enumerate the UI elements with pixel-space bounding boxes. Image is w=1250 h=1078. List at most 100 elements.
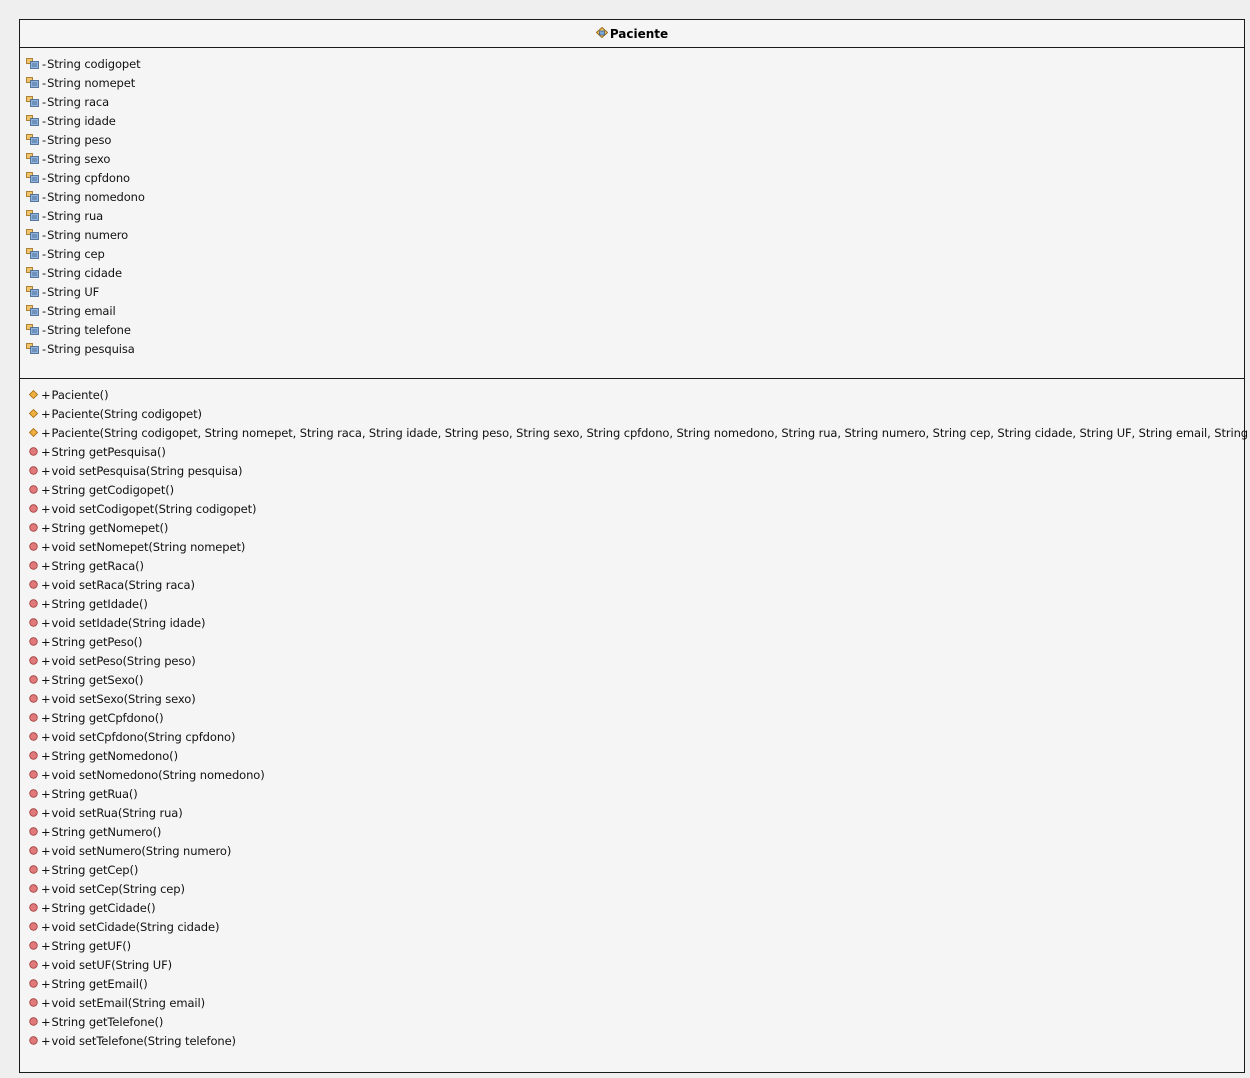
constructor-row[interactable]: + Paciente(String codigopet, String nomep…: [20, 423, 1250, 442]
visibility-marker: +: [41, 501, 51, 516]
attribute-row[interactable]: - String cpfdono: [20, 168, 1244, 187]
uml-class-box[interactable]: Paciente - String codigopet - String nomepe…: [19, 19, 1250, 1073]
method-label: String getPeso(): [51, 634, 143, 649]
method-row[interactable]: + void setUF(String UF): [20, 955, 1244, 974]
method-icon: [29, 599, 38, 608]
method-row[interactable]: + void setCodigopet(String codigopet): [20, 499, 1244, 518]
visibility-marker: +: [41, 710, 51, 725]
visibility-marker: +: [41, 976, 51, 991]
private-field-icon: [26, 343, 39, 354]
class-name-header[interactable]: Paciente: [20, 20, 1244, 48]
attribute-row[interactable]: - String cidade: [20, 263, 1244, 282]
attribute-label: String cpfdono: [47, 170, 130, 185]
method-icon: [29, 732, 38, 741]
method-icon: [29, 751, 38, 760]
attribute-row[interactable]: - String telefone: [20, 320, 1244, 339]
private-field-icon: [26, 305, 39, 316]
method-icon: [29, 998, 38, 1007]
method-row[interactable]: + String getCidade(): [20, 898, 1244, 917]
attribute-row[interactable]: - String raca: [20, 92, 1244, 111]
attribute-row[interactable]: - String idade: [20, 111, 1244, 130]
attribute-label: String rua: [47, 208, 104, 223]
visibility-marker: +: [41, 843, 51, 858]
attribute-row[interactable]: - String sexo: [20, 149, 1244, 168]
visibility-marker: -: [42, 341, 47, 356]
method-row[interactable]: + String getSexo(): [20, 670, 1244, 689]
method-icon: [29, 770, 38, 779]
private-field-icon: [26, 248, 39, 259]
attribute-row[interactable]: - String rua: [20, 206, 1244, 225]
visibility-marker: -: [42, 303, 47, 318]
method-label: String getCodigopet(): [51, 482, 175, 497]
method-icon: [29, 1017, 38, 1026]
constructor-row[interactable]: + Paciente(): [20, 385, 1244, 404]
constructor-row[interactable]: + Paciente(String codigopet): [20, 404, 1244, 423]
attribute-label: String nomepet: [47, 75, 136, 90]
method-row[interactable]: + void setCep(String cep): [20, 879, 1244, 898]
method-row[interactable]: + String getCpfdono(): [20, 708, 1244, 727]
method-row[interactable]: + String getNomepet(): [20, 518, 1244, 537]
method-icon: [29, 694, 38, 703]
visibility-marker: -: [42, 246, 47, 261]
method-label: String getNumero(): [51, 824, 162, 839]
method-row[interactable]: + void setPeso(String peso): [20, 651, 1244, 670]
attribute-row[interactable]: - String nomedono: [20, 187, 1244, 206]
attribute-row[interactable]: - String cep: [20, 244, 1244, 263]
visibility-marker: -: [42, 284, 47, 299]
method-row[interactable]: + String getNomedono(): [20, 746, 1244, 765]
attribute-row[interactable]: - String nomepet: [20, 73, 1244, 92]
method-row[interactable]: + String getPesquisa(): [20, 442, 1244, 461]
private-field-icon: [26, 134, 39, 145]
private-field-icon: [26, 229, 39, 240]
method-icon: [29, 561, 38, 570]
method-row[interactable]: + void setSexo(String sexo): [20, 689, 1244, 708]
visibility-marker: +: [41, 444, 51, 459]
visibility-marker: +: [41, 995, 51, 1010]
method-label: void setCpfdono(String cpfdono): [51, 729, 236, 744]
method-row[interactable]: + String getRaca(): [20, 556, 1244, 575]
attribute-label: String email: [47, 303, 116, 318]
method-row[interactable]: + void setRaca(String raca): [20, 575, 1244, 594]
method-row[interactable]: + String getCodigopet(): [20, 480, 1244, 499]
method-row[interactable]: + String getNumero(): [20, 822, 1244, 841]
attribute-row[interactable]: - String pesquisa: [20, 339, 1244, 358]
method-row[interactable]: + void setCidade(String cidade): [20, 917, 1244, 936]
method-row[interactable]: + String getPeso(): [20, 632, 1244, 651]
method-row[interactable]: + void setTelefone(String telefone): [20, 1031, 1244, 1050]
visibility-marker: +: [41, 691, 51, 706]
method-row[interactable]: + void setEmail(String email): [20, 993, 1244, 1012]
method-row[interactable]: + void setIdade(String idade): [20, 613, 1244, 632]
method-row[interactable]: + void setNomepet(String nomepet): [20, 537, 1244, 556]
private-field-icon: [26, 267, 39, 278]
method-row[interactable]: + String getTelefone(): [20, 1012, 1244, 1031]
method-icon: [29, 675, 38, 684]
visibility-marker: +: [41, 577, 51, 592]
method-row[interactable]: + String getUF(): [20, 936, 1244, 955]
method-label: String getCpfdono(): [51, 710, 164, 725]
method-row[interactable]: + void setCpfdono(String cpfdono): [20, 727, 1244, 746]
method-icon: [29, 922, 38, 931]
method-row[interactable]: + void setNomedono(String nomedono): [20, 765, 1244, 784]
visibility-marker: -: [42, 94, 47, 109]
attribute-row[interactable]: - String numero: [20, 225, 1244, 244]
attribute-label: String cep: [47, 246, 105, 261]
attribute-row[interactable]: - String peso: [20, 130, 1244, 149]
method-row[interactable]: + String getCep(): [20, 860, 1244, 879]
method-icon: [29, 466, 38, 475]
private-field-icon: [26, 210, 39, 221]
method-row[interactable]: + String getIdade(): [20, 594, 1244, 613]
method-icon: [29, 523, 38, 532]
visibility-marker: +: [41, 729, 51, 744]
private-field-icon: [26, 172, 39, 183]
method-row[interactable]: + String getRua(): [20, 784, 1244, 803]
method-row[interactable]: + void setNumero(String numero): [20, 841, 1244, 860]
attribute-label: String idade: [47, 113, 116, 128]
attribute-row[interactable]: - String email: [20, 301, 1244, 320]
method-row[interactable]: + void setRua(String rua): [20, 803, 1244, 822]
method-row[interactable]: + void setPesquisa(String pesquisa): [20, 461, 1244, 480]
method-label: void setNomepet(String nomepet): [51, 539, 246, 554]
visibility-marker: -: [42, 189, 47, 204]
attribute-row[interactable]: - String UF: [20, 282, 1244, 301]
attribute-row[interactable]: - String codigopet: [20, 54, 1244, 73]
method-row[interactable]: + String getEmail(): [20, 974, 1244, 993]
